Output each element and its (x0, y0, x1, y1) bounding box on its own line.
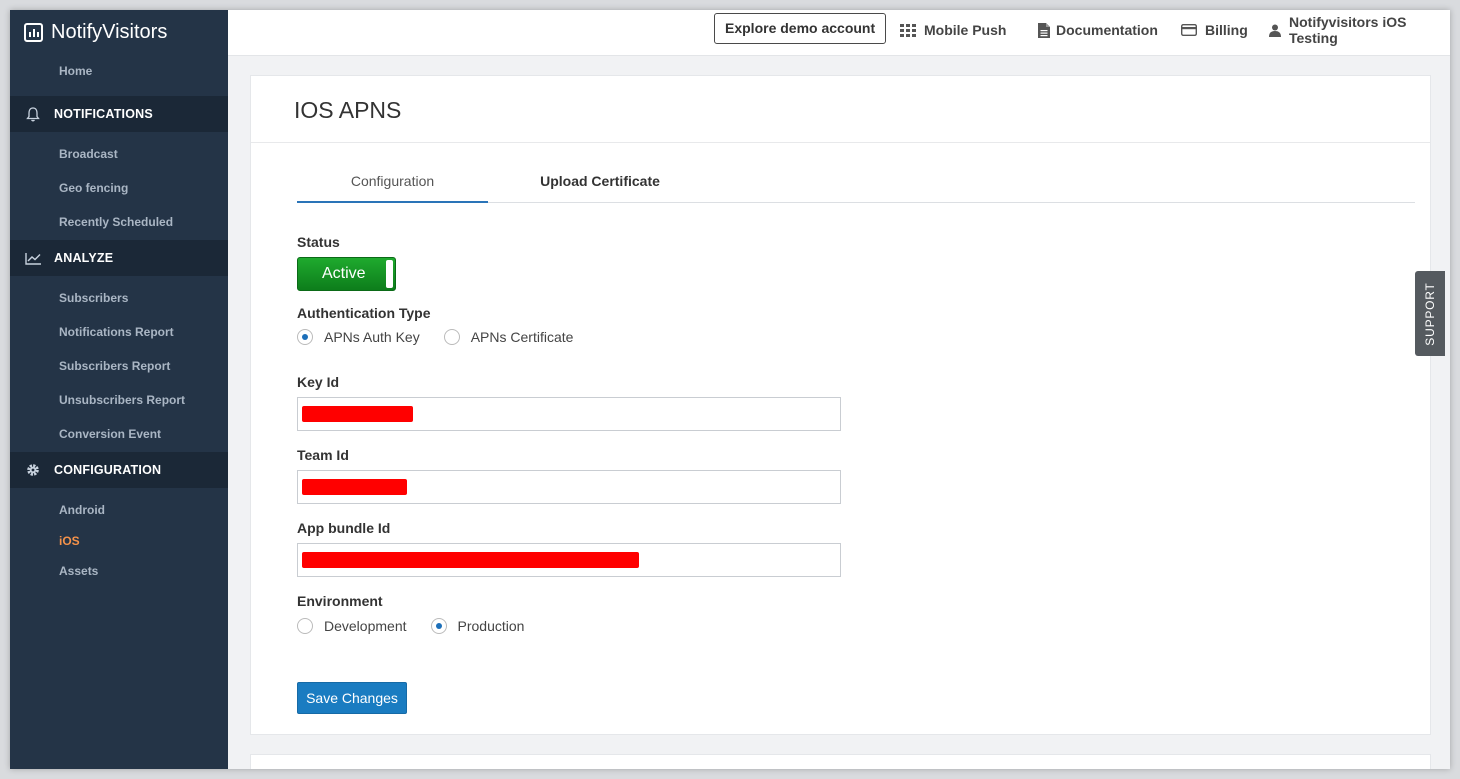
environment-radio-group: Development Production (297, 618, 548, 634)
user-icon (1269, 24, 1281, 37)
team-id-label: Team Id (297, 447, 349, 463)
status-toggle-text: Active (322, 265, 366, 282)
billing-label: Billing (1205, 22, 1248, 38)
sidebar-item-assets[interactable]: Assets (10, 555, 228, 587)
support-tab[interactable]: SUPPORT (1415, 271, 1445, 356)
bundle-id-input[interactable] (297, 543, 841, 577)
tab-upload-certificate[interactable]: Upload Certificate (488, 167, 712, 201)
page-title: IOS APNS (251, 76, 1430, 143)
sidebar-section-notifications[interactable]: NOTIFICATIONS (10, 96, 228, 132)
radio-label: APNs Auth Key (324, 329, 420, 345)
status-toggle[interactable]: Active (297, 257, 396, 291)
key-id-input[interactable] (297, 397, 841, 431)
app-window: NotifyVisitors Home NOTIFICATIONS Broadc… (10, 10, 1450, 769)
apns-config-card: IOS APNS Configuration Upload Certificat… (250, 75, 1431, 735)
trend-chart-icon (24, 252, 42, 265)
section-label-configuration: CONFIGURATION (54, 463, 162, 477)
account-name: Notifyvisitors iOS Testing (1289, 14, 1407, 46)
logo[interactable]: NotifyVisitors (10, 10, 228, 54)
auth-type-label: Authentication Type (297, 305, 431, 321)
auth-type-radio-group: APNs Auth Key APNs Certificate (297, 329, 597, 345)
sidebar-item-ios[interactable]: iOS (10, 527, 228, 555)
sidebar-item-android[interactable]: Android (10, 493, 228, 527)
credit-card-icon (1181, 24, 1197, 36)
radio-empty-dot (443, 329, 460, 345)
bundle-id-label: App bundle Id (297, 520, 391, 536)
sidebar-section-analyze[interactable]: ANALYZE (10, 240, 228, 276)
documentation-link[interactable]: Documentation (1038, 10, 1158, 50)
sidebar: NotifyVisitors Home NOTIFICATIONS Broadc… (10, 10, 228, 769)
account-menu[interactable]: Notifyvisitors iOS Testing (1269, 10, 1450, 50)
bell-icon (24, 106, 42, 122)
sidebar-item-conversion-event[interactable]: Conversion Event (10, 417, 228, 451)
logo-text: NotifyVisitors (51, 20, 168, 43)
grid-icon (900, 23, 916, 37)
tab-bar: Configuration Upload Certificate (297, 167, 1415, 203)
radio-production[interactable]: Production (430, 618, 525, 634)
sidebar-item-broadcast[interactable]: Broadcast (10, 137, 228, 171)
radio-label: APNs Certificate (470, 329, 574, 345)
radio-development[interactable]: Development (297, 618, 407, 634)
secondary-card (250, 754, 1431, 769)
toggle-knob (386, 260, 393, 288)
radio-label: Production (457, 618, 525, 634)
logo-chart-icon (24, 22, 43, 42)
sidebar-item-subscribers[interactable]: Subscribers (10, 281, 228, 315)
documentation-label: Documentation (1056, 22, 1158, 38)
sidebar-item-unsubscribers-report[interactable]: Unsubscribers Report (10, 383, 228, 417)
tab-configuration[interactable]: Configuration (297, 167, 488, 203)
radio-selected-dot (430, 618, 447, 634)
top-bar: Explore demo account Mobile Push Documen… (228, 10, 1450, 56)
radio-selected-dot (297, 329, 313, 345)
redacted-value (302, 406, 413, 422)
radio-apns-certificate[interactable]: APNs Certificate (443, 329, 574, 345)
sidebar-item-home[interactable]: Home (10, 54, 228, 88)
team-id-input[interactable] (297, 470, 841, 504)
sidebar-item-recently-scheduled[interactable]: Recently Scheduled (10, 205, 228, 239)
sidebar-item-notifications-report[interactable]: Notifications Report (10, 315, 228, 349)
mobile-push-label: Mobile Push (924, 22, 1007, 38)
redacted-value (302, 552, 639, 568)
explore-demo-button[interactable]: Explore demo account (714, 13, 887, 44)
save-changes-button[interactable]: Save Changes (297, 682, 407, 714)
key-id-label: Key Id (297, 374, 340, 390)
support-label: SUPPORT (1423, 281, 1437, 346)
document-icon (1038, 22, 1050, 38)
gear-icon (24, 463, 42, 477)
environment-label: Environment (297, 593, 383, 609)
radio-label: Development (324, 618, 407, 634)
sidebar-item-geo-fencing[interactable]: Geo fencing (10, 171, 228, 205)
radio-empty-dot (297, 618, 313, 634)
sidebar-section-configuration[interactable]: CONFIGURATION (10, 452, 228, 488)
section-label-analyze: ANALYZE (54, 251, 114, 265)
mobile-push-link[interactable]: Mobile Push (900, 10, 1006, 50)
radio-apns-auth-key[interactable]: APNs Auth Key (297, 329, 420, 345)
sidebar-item-subscribers-report[interactable]: Subscribers Report (10, 349, 228, 383)
section-label-notifications: NOTIFICATIONS (54, 107, 153, 121)
status-label: Status (297, 234, 340, 250)
billing-link[interactable]: Billing (1181, 10, 1248, 50)
redacted-value (302, 479, 407, 495)
